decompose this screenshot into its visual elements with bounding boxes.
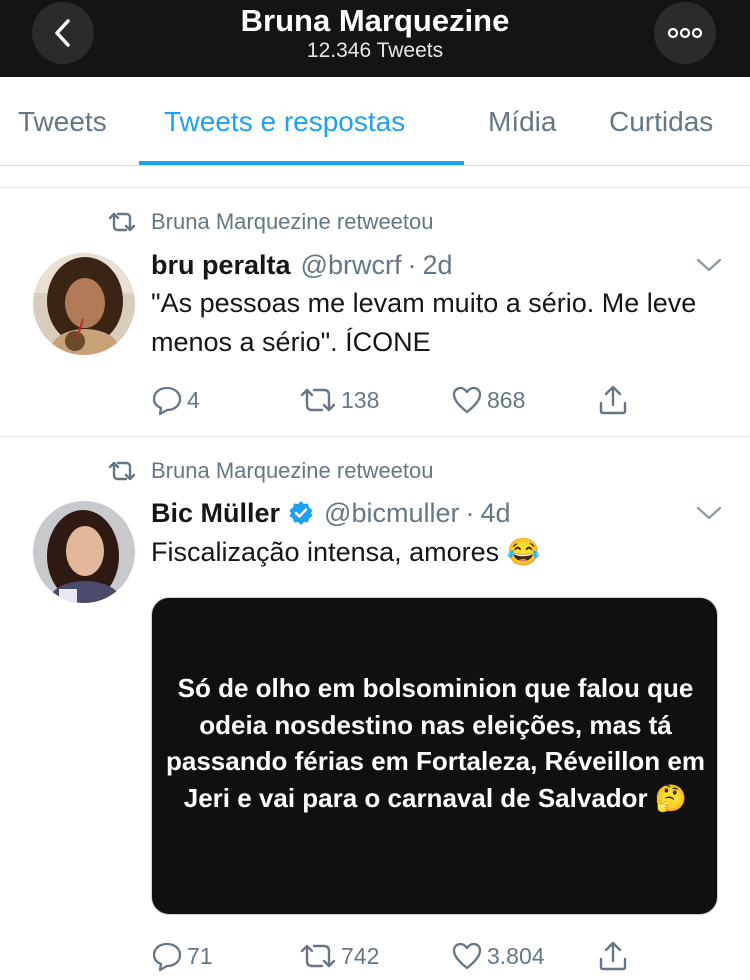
more-dots-icon [667,27,703,39]
author-name[interactable]: bru peralta [151,250,291,281]
avatar[interactable] [33,253,135,355]
reply-count: 71 [187,942,213,969]
retweet-button[interactable]: 742 [299,938,379,974]
retweet-context-label: Bruna Marquezine retweetou [151,458,434,483]
retweet-context-label: Bruna Marquezine retweetou [151,209,434,234]
tweet-age: 2d [422,249,453,280]
reply-button[interactable]: 71 [151,938,213,974]
retweet-icon [300,388,336,412]
author-handle[interactable]: @brwcrf [301,250,402,281]
retweet-count: 138 [341,386,380,413]
more-options-button[interactable] [654,2,716,64]
retweet-count: 742 [341,942,380,969]
tweet-text: Fiscalização intensa, amores 😂 [151,537,541,567]
tweet-actions: 71 742 3.804 [151,938,651,974]
avatar-image [33,501,135,603]
tab-midia[interactable]: Mídia [488,105,556,139]
tweet-header: Bic Müller @bicmuller · 4d [151,495,511,531]
reply-icon [152,386,182,416]
tab-curtidas[interactable]: Curtidas [609,105,713,139]
retweet-icon [108,461,136,481]
profile-name: Bruna Marquezine [240,3,510,38]
separator-dot: · [407,249,417,280]
avatar[interactable] [33,501,135,603]
author-name[interactable]: Bic Müller [151,498,280,529]
divider [0,187,750,188]
retweet-context: Bruna Marquezine retweetou [107,456,434,486]
retweet-context: Bruna Marquezine retweetou [107,207,434,237]
verified-badge-icon [289,501,313,525]
tweet-media-image[interactable]: Só de olho em bolsominion que falou que … [151,597,718,915]
media-caption-text: Só de olho em bolsominion que falou que … [166,673,705,813]
reply-button[interactable]: 4 [151,382,200,418]
like-count: 868 [487,386,526,413]
profile-header: Bruna Marquezine 12.346 Tweets [0,0,750,77]
like-button[interactable]: 868 [451,382,525,418]
separator-dot: · [465,497,475,528]
retweet-icon [108,212,136,232]
tweet-actions: 4 138 868 [151,382,651,418]
like-count: 3.804 [487,942,545,969]
profile-tabs: Tweets Tweets e respostas Mídia Curtidas [0,77,750,166]
tweet-age: 4d [480,497,511,528]
heart-icon [452,942,482,970]
tweet-header: bru peralta @brwcrf · 2d [151,247,453,283]
share-button[interactable] [597,938,629,974]
retweet-button[interactable]: 138 [299,382,379,418]
share-icon [599,385,627,415]
tab-tweets-e-respostas[interactable]: Tweets e respostas [164,105,405,139]
share-icon [599,941,627,971]
author-handle[interactable]: @bicmuller [324,498,459,529]
share-button[interactable] [597,382,629,418]
chevron-down-icon[interactable] [694,503,724,523]
like-button[interactable]: 3.804 [451,938,545,974]
heart-icon [452,386,482,414]
avatar-image [33,253,135,355]
retweet-icon [300,944,336,968]
tab-tweets[interactable]: Tweets [18,105,107,139]
reply-count: 4 [187,386,200,413]
active-tab-indicator [139,161,464,165]
tweet-count: 12.346 Tweets [306,39,444,62]
chevron-down-icon[interactable] [694,255,724,275]
tweet-text: "As pessoas me levam muito a sério. Me l… [151,288,697,357]
divider [0,436,750,437]
reply-icon [152,942,182,972]
